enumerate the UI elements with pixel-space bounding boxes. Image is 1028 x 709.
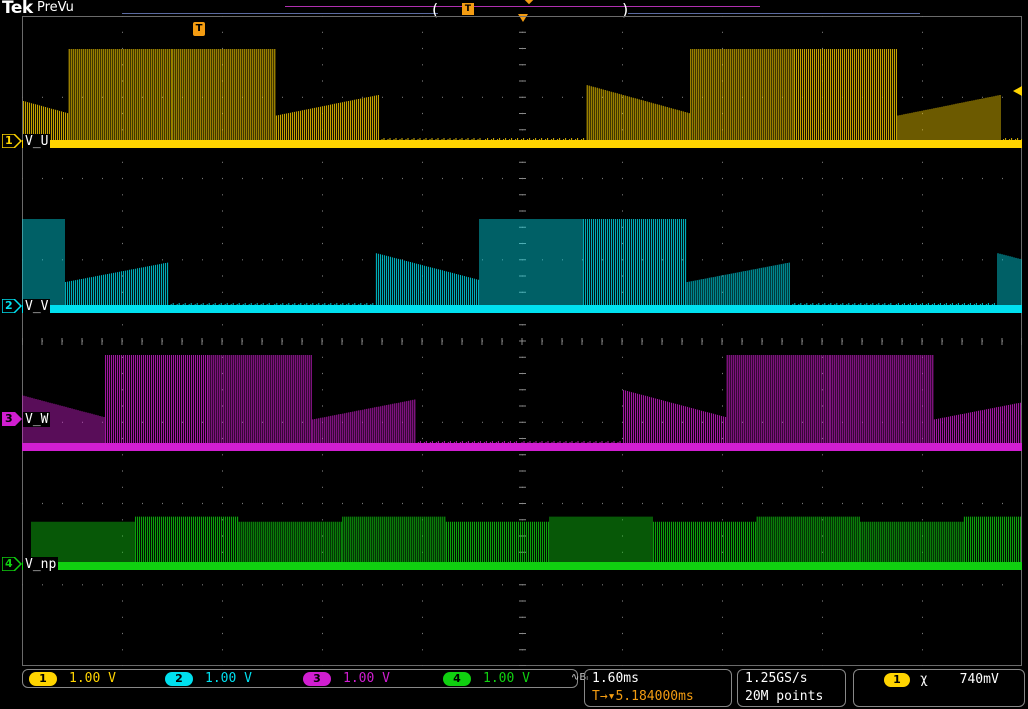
channel-3-pulses (22, 355, 1021, 447)
waveform-traces (22, 49, 1022, 570)
channel-1-arrow-icon: 1 (2, 134, 22, 148)
acquisition-settings-box[interactable]: 1.25GS/s 20M points (737, 669, 846, 707)
channel-4-arrow-icon: 4 (2, 557, 22, 571)
channel-2-scale: 1.00 V (205, 671, 252, 686)
channel-2-marker[interactable]: 2 V_V (2, 298, 51, 314)
channel-2-setting[interactable]: 2 1.00 V (165, 671, 252, 686)
trigger-settings-box[interactable]: 1χ 740mV (853, 669, 1025, 707)
sample-rate: 1.25GS/s (745, 671, 808, 686)
trigger-level-arrow-icon[interactable] (1013, 86, 1022, 96)
channel-1-scale: 1.00 V (69, 671, 116, 686)
top-status-bar: Tek PreVu ( ) T (0, 0, 1028, 22)
channel-1-baseline (22, 140, 1022, 148)
channel-4-trace (22, 516, 1022, 570)
channel-4-pulses (31, 516, 1021, 566)
trigger-slope-icon: χ (920, 672, 928, 687)
record-view-line-left (122, 13, 438, 14)
trigger-position-icon[interactable]: T (462, 3, 474, 15)
time-per-division: 1.60ms (592, 671, 639, 686)
channel-1-setting[interactable]: 1 1.00 V (29, 671, 116, 686)
channel-2-trace (22, 219, 1022, 313)
channel-3-trace (22, 355, 1022, 451)
channel-settings-box: 1 1.00 V 2 1.00 V 3 1.00 V 4 1.00 V ∿Bₗ (22, 669, 588, 688)
channel-3-marker[interactable]: 3 V_W (2, 411, 51, 427)
channel-1-marker[interactable]: 1 V_U (2, 133, 51, 149)
waveform-graticule[interactable] (22, 16, 1022, 666)
trigger-delay-arrow: T→ (592, 689, 608, 704)
record-length: 20M points (745, 689, 824, 704)
trigger-delay-value: ▾5.184000ms (607, 689, 694, 704)
channel-3-arrow-icon: 3 (2, 412, 22, 426)
oscilloscope-screen: Tek PreVu ( ) T T 1 V_U 2 V_V 3 V_W 4 V_… (0, 0, 1028, 709)
channel-2-label: V_V (23, 298, 51, 314)
channel-4-baseline (22, 562, 1022, 570)
channel-3-baseline (22, 443, 1022, 451)
channel-1-label: V_U (23, 133, 51, 149)
channel-2-baseline (22, 305, 1022, 313)
trigger-readout: 1χ 740mV (884, 672, 999, 687)
record-overview-bar (285, 6, 760, 7)
bottom-readout-bar: 1 1.00 V 2 1.00 V 3 1.00 V 4 1.00 V ∿Bₗ … (0, 668, 1028, 709)
channel-4-label: V_np (23, 556, 59, 572)
channel-1-trace (22, 49, 1022, 148)
trigger-marker-icon[interactable]: T (193, 22, 205, 36)
trigger-point-marker (524, 0, 534, 5)
channel-3-label: V_W (23, 411, 51, 427)
trigger-source: 1 (884, 673, 910, 687)
acquisition-status: PreVu (37, 0, 74, 15)
channel-3-setting[interactable]: 3 1.00 V (303, 671, 390, 686)
trigger-delay-readout: T→▾5.184000ms (592, 689, 694, 704)
record-view-line-right (628, 13, 920, 14)
horizontal-settings-box[interactable]: 1.60ms T→▾5.184000ms (584, 669, 732, 707)
channel-2-pulses (22, 219, 1022, 309)
channel-4-marker[interactable]: 4 V_np (2, 556, 59, 572)
channel-4-scale: 1.00 V (483, 671, 530, 686)
channel-2-arrow-icon: 2 (2, 299, 22, 313)
channel-3-scale: 1.00 V (343, 671, 390, 686)
channel-4-setting[interactable]: 4 1.00 V (443, 671, 530, 686)
trigger-level: 740mV (959, 672, 999, 687)
